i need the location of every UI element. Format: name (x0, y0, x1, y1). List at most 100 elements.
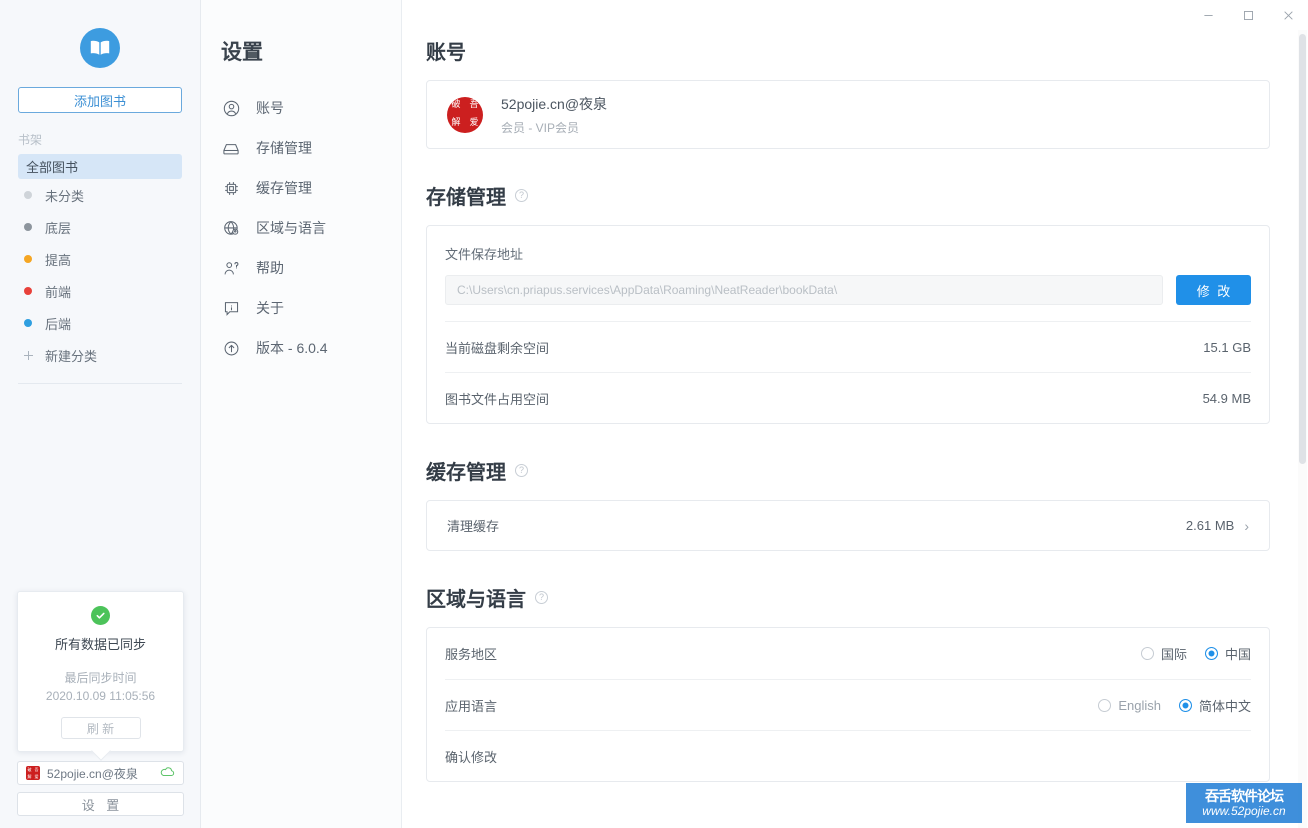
cache-right-group: 2.61 MB › (1186, 518, 1249, 534)
service-region-label: 服务地区 (445, 647, 498, 662)
cache-heading-text: 缓存管理 (426, 462, 506, 484)
settings-main-content: 账号 破吾解爱 52pojie.cn@夜泉 会员 - VIP会员 存储管理 ? … (402, 0, 1308, 828)
radio-option-international[interactable]: 国际 (1140, 644, 1187, 663)
help-icon[interactable]: ? (515, 189, 528, 202)
disk-free-row: 当前磁盘剩余空间 15.1 GB (445, 321, 1251, 372)
sidebar-account-name: 52pojie.cn@夜泉 (47, 766, 138, 781)
disk-free-label: 当前磁盘剩余空间 (445, 340, 550, 356)
category-label: 提高 (45, 252, 72, 268)
category-list: 未分类 底层 提高 前端 后端 新建分类 (0, 179, 200, 371)
sync-refresh-button[interactable]: 刷 新 (60, 717, 141, 739)
category-label: 底层 (45, 220, 72, 236)
sidebar-item-category-4[interactable]: 后端 (0, 307, 200, 339)
app-language-row: 应用语言 English 简体中文 (445, 679, 1251, 730)
settings-nav-item-region[interactable]: 区域与语言 (201, 208, 401, 248)
category-label: 后端 (45, 316, 72, 332)
app-language-label: 应用语言 (445, 698, 498, 714)
service-region-radios: 国际 中国 (1140, 644, 1251, 663)
sync-status-popover: 所有数据已同步 最后同步时间 2020.10.09 11:05:56 刷 新 (17, 591, 184, 752)
category-color-dot (24, 223, 32, 231)
settings-nav-label: 缓存管理 (256, 180, 312, 196)
books-size-row: 图书文件占用空间 54.9 MB (445, 372, 1251, 423)
sidebar-item-category-3[interactable]: 前端 (0, 275, 200, 307)
settings-nav-item-account[interactable]: 账号 (201, 88, 401, 128)
plus-icon (24, 350, 33, 360)
sidebar-settings-button[interactable]: 设 置 (17, 792, 184, 816)
sidebar-account-bar[interactable]: 破吾解爱 52pojie.cn@夜泉 (17, 761, 184, 785)
settings-nav-item-help[interactable]: 帮助 (201, 248, 401, 288)
storage-path-input[interactable]: C:\Users\cn.priapus.services\AppData\Roa… (445, 275, 1163, 305)
sidebar-divider (18, 383, 182, 384)
help-icon[interactable]: ? (515, 464, 528, 477)
modify-path-button[interactable]: 修 改 (1176, 275, 1251, 305)
main-scrollbar-thumb[interactable] (1299, 34, 1306, 464)
confirm-changes-row[interactable]: 确认修改 (445, 730, 1251, 781)
category-color-dot (24, 255, 32, 263)
app-logo (0, 28, 200, 68)
cache-size-value: 2.61 MB (1185, 518, 1235, 533)
user-circle-icon (222, 99, 240, 117)
add-book-label: 添加图书 (73, 93, 126, 109)
shelf-section-label: 书架 (18, 133, 43, 147)
window-titlebar (1188, 0, 1308, 30)
region-heading-text: 区域与语言 (426, 589, 526, 611)
help-icon[interactable]: ? (535, 591, 548, 604)
settings-nav-panel: 设置 账号 存储管理 缓存管理 区域与语言 帮助 关于 版本 - 6.0.4 (201, 0, 402, 828)
account-heading-text: 账号 (426, 42, 466, 64)
settings-nav-label: 账号 (256, 100, 284, 116)
clear-cache-row[interactable]: 清理缓存 2.61 MB › (427, 501, 1269, 550)
sidebar-item-category-0[interactable]: 未分类 (0, 179, 200, 211)
sidebar-item-category-1[interactable]: 底层 (0, 211, 200, 243)
account-info: 52pojie.cn@夜泉 会员 - VIP会员 (501, 94, 607, 136)
hard-drive-icon (222, 139, 240, 157)
modify-path-label: 修 改 (1196, 283, 1233, 299)
cache-section-heading: 缓存管理 ? (426, 456, 1270, 485)
settings-nav-item-about[interactable]: 关于 (201, 288, 401, 328)
disk-free-value: 15.1 GB (1203, 339, 1251, 355)
watermark-line1: 吞舌软件论坛 (1205, 788, 1284, 804)
settings-nav-item-storage[interactable]: 存储管理 (201, 128, 401, 168)
maximize-icon[interactable] (1228, 0, 1268, 30)
open-book-icon (80, 28, 120, 68)
category-color-dot (24, 287, 32, 295)
52pojie-seal-avatar: 破吾解爱 (447, 96, 483, 133)
path-row: C:\Users\cn.priapus.services\AppData\Roa… (445, 275, 1251, 305)
cpu-chip-icon (222, 179, 240, 197)
chevron-right-icon: › (1244, 517, 1249, 534)
sidebar-item-category-2[interactable]: 提高 (0, 243, 200, 275)
library-sidebar: 添加图书 书架 全部图书 未分类 底层 提高 前端 后端 新建分类 所有数据已同… (0, 0, 201, 828)
radio-circle-icon (1098, 698, 1112, 712)
radio-option-english[interactable]: English (1098, 698, 1161, 713)
sidebar-settings-label: 设 置 (81, 797, 124, 813)
settings-nav-item-cache[interactable]: 缓存管理 (201, 168, 401, 208)
radio-label: English (1118, 697, 1161, 713)
storage-heading-text: 存储管理 (426, 187, 506, 209)
radio-option-simplified-chinese[interactable]: 简体中文 (1178, 696, 1251, 715)
settings-nav-item-version[interactable]: 版本 - 6.0.4 (201, 328, 401, 368)
service-region-row: 服务地区 国际 中国 (445, 628, 1251, 679)
new-category-button[interactable]: 新建分类 (0, 339, 200, 371)
sidebar-item-all-books[interactable]: 全部图书 (18, 154, 182, 179)
region-section-heading: 区域与语言 ? (426, 583, 1270, 612)
clear-cache-label: 清理缓存 (447, 519, 500, 534)
info-box-icon (222, 299, 240, 317)
cloud-sync-icon[interactable] (160, 764, 175, 782)
storage-path-block: 文件保存地址 C:\Users\cn.priapus.services\AppD… (427, 226, 1269, 321)
app-window: 添加图书 书架 全部图书 未分类 底层 提高 前端 后端 新建分类 所有数据已同… (0, 0, 1308, 828)
account-card[interactable]: 破吾解爱 52pojie.cn@夜泉 会员 - VIP会员 (426, 80, 1270, 149)
books-size-value: 54.9 MB (1202, 390, 1251, 406)
add-book-button[interactable]: 添加图书 (18, 87, 182, 113)
category-label: 未分类 (45, 188, 85, 204)
region-card: 服务地区 国际 中国 应用语言 English 简体中文 确认修改 (426, 627, 1270, 782)
settings-nav-label: 区域与语言 (256, 220, 326, 236)
globe-icon (222, 219, 240, 237)
storage-card: 文件保存地址 C:\Users\cn.priapus.services\AppD… (426, 225, 1270, 424)
minimize-icon[interactable] (1188, 0, 1228, 30)
settings-nav-label: 帮助 (256, 260, 284, 276)
close-icon[interactable] (1268, 0, 1308, 30)
radio-option-china[interactable]: 中国 (1204, 644, 1251, 663)
radio-circle-selected-icon (1178, 698, 1192, 712)
